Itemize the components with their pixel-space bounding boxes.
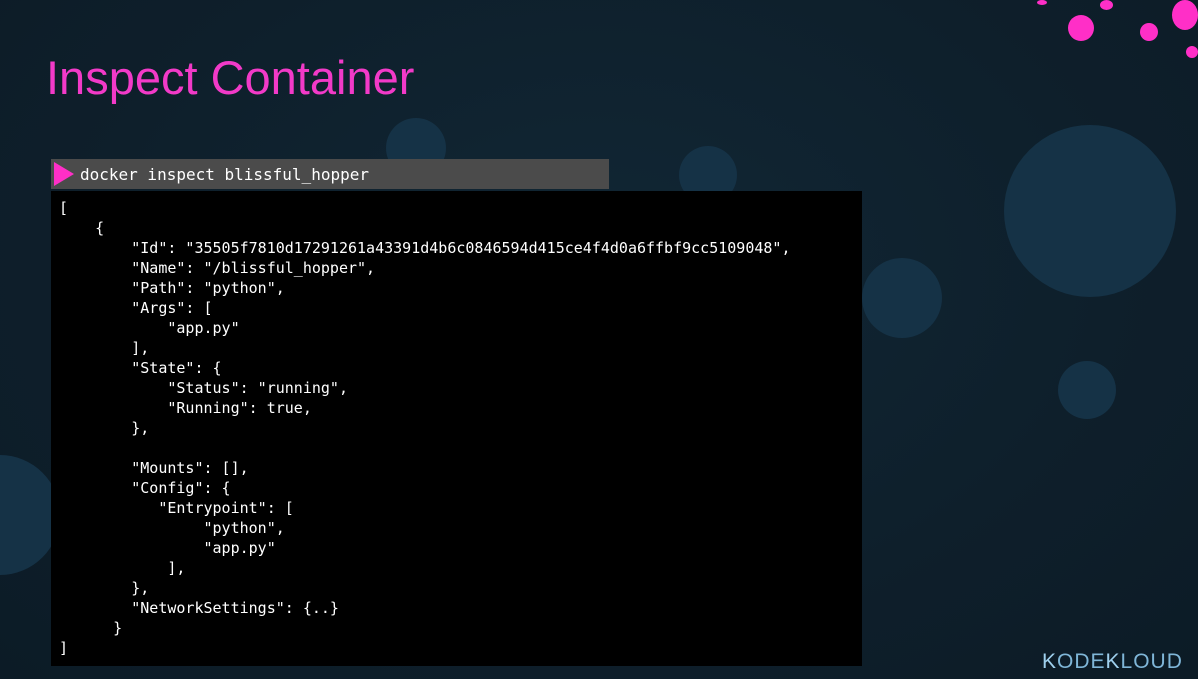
terminal-line: ],: [59, 559, 186, 577]
terminal-line: "Mounts": [],: [59, 459, 249, 477]
slide: Inspect Container docker inspect blissfu…: [0, 0, 1198, 679]
terminal-line: [: [59, 199, 69, 217]
decorative-dot: [1186, 46, 1198, 58]
terminal-line: "State": {: [59, 359, 222, 377]
decorative-dot: [1037, 0, 1047, 5]
terminal-line: {: [59, 219, 105, 237]
slide-title: Inspect Container: [46, 51, 415, 104]
terminal-line: "NetworkSettings": {..}: [59, 599, 339, 617]
terminal-line: "app.py": [59, 319, 240, 337]
background-circle: [862, 258, 942, 338]
background-circle: [1004, 125, 1176, 297]
decorative-dot: [1100, 0, 1113, 10]
terminal-line: "Name": "/blissful_hopper",: [59, 259, 376, 277]
terminal-line: "python",: [59, 519, 285, 537]
terminal-line: },: [59, 579, 150, 597]
terminal-line: "Entrypoint": [: [59, 499, 294, 517]
terminal-line: "Id": "35505f7810d17291261a43391d4b6c084…: [59, 239, 791, 257]
decorative-dot: [1172, 0, 1198, 30]
logo-text-second: LOUD: [1120, 650, 1183, 673]
terminal-line: "Args": [: [59, 299, 213, 317]
terminal-line: ],: [59, 339, 150, 357]
background-circle: [1058, 361, 1116, 419]
terminal-line: "Config": {: [59, 479, 231, 497]
terminal-line: "Running": true,: [59, 399, 312, 417]
terminal-line: "Status": "running",: [59, 379, 348, 397]
terminal-output: [ { "Id": "35505f7810d17291261a43391d4b6…: [51, 191, 862, 666]
terminal-line: ]: [59, 639, 69, 657]
terminal-line: "Path": "python",: [59, 279, 285, 297]
play-triangle-icon: [54, 162, 74, 186]
terminal-line: }: [59, 619, 123, 637]
terminal-line: "app.py": [59, 539, 276, 557]
logo-k-second: K: [1105, 650, 1121, 673]
logo-k-first: K: [1042, 650, 1058, 673]
terminal-line: },: [59, 419, 150, 437]
decorative-dot: [1068, 15, 1094, 41]
decorative-dot: [1140, 23, 1158, 41]
logo-text-first: ODE: [1057, 650, 1106, 673]
command-bar: docker inspect blissful_hopper: [51, 159, 609, 189]
command-text: docker inspect blissful_hopper: [80, 164, 369, 184]
kodekloud-logo: K ODE K LOUD: [1042, 648, 1183, 676]
